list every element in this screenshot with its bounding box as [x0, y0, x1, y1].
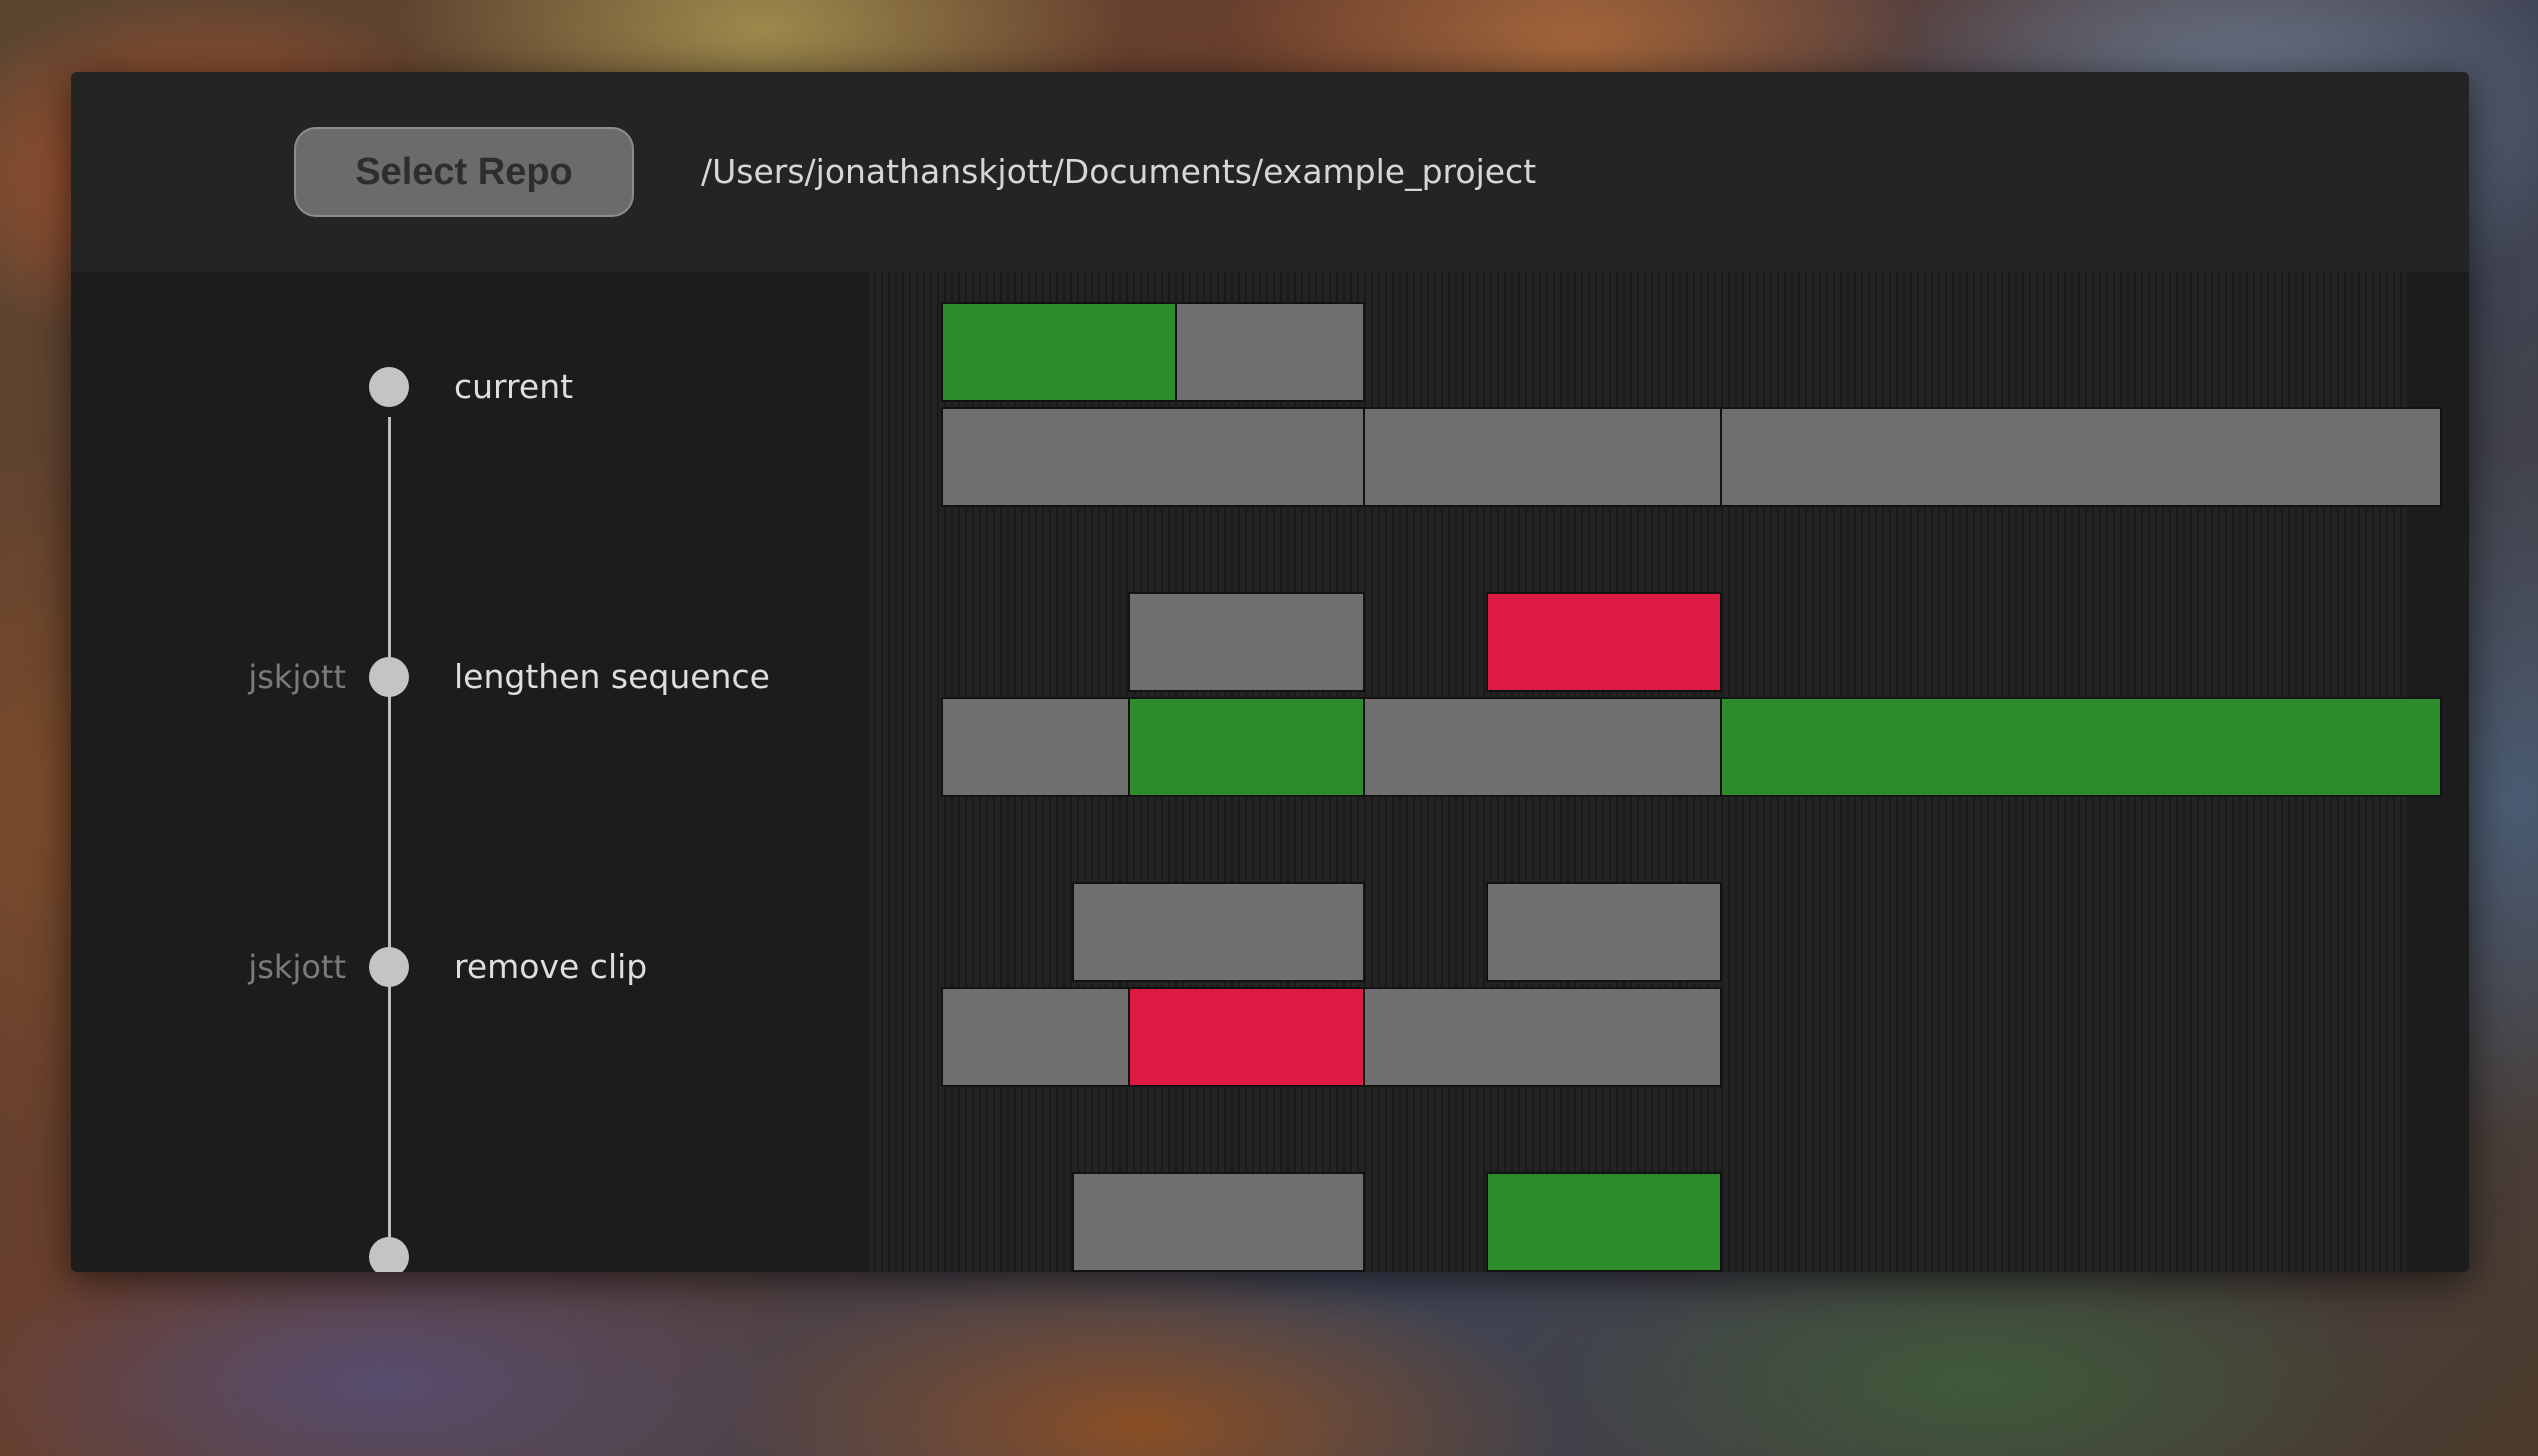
repo-path-label: /Users/jonathanskjott/Documents/example_…: [701, 152, 1537, 191]
audio-clip-added[interactable]: [1128, 697, 1365, 797]
app-window: Select Repo /Users/jonathanskjott/Docume…: [71, 72, 2469, 1272]
timeline-tracks: [869, 272, 2442, 1272]
commit-row-older[interactable]: [71, 1227, 891, 1272]
commit-row-remove-clip[interactable]: jskjott remove clip: [71, 937, 891, 997]
video-clip[interactable]: [1072, 882, 1365, 982]
commit-author: jskjott: [248, 948, 346, 986]
commit-message: current: [454, 367, 574, 406]
select-repo-button[interactable]: Select Repo: [294, 127, 634, 217]
commit-row-current[interactable]: current: [71, 357, 891, 417]
video-clip[interactable]: [1486, 882, 1722, 982]
audio-clip[interactable]: [941, 697, 1130, 797]
video-clip-added[interactable]: [941, 302, 1177, 402]
commit-message: remove clip: [454, 947, 648, 986]
commit-author: [171, 1227, 346, 1272]
audio-clip-removed[interactable]: [1128, 987, 1365, 1087]
video-clip-added[interactable]: [1486, 1172, 1722, 1272]
audio-clip[interactable]: [941, 407, 1365, 507]
header-bar: Select Repo /Users/jonathanskjott/Docume…: [71, 72, 2469, 272]
audio-clip[interactable]: [1363, 987, 1722, 1087]
commit-history[interactable]: current jskjott lengthen sequence jskjot…: [71, 272, 2469, 1272]
video-clip[interactable]: [1175, 302, 1365, 402]
audio-clip[interactable]: [1363, 407, 1722, 507]
commit-dot-icon[interactable]: [369, 367, 409, 407]
commit-author: jskjott: [248, 658, 346, 696]
commit-dot-icon[interactable]: [369, 657, 409, 697]
video-clip-removed[interactable]: [1486, 592, 1722, 692]
audio-clip[interactable]: [941, 987, 1130, 1087]
audio-clip-added[interactable]: [1720, 697, 2442, 797]
commit-message: lengthen sequence: [454, 657, 770, 696]
timeline-line: [388, 417, 391, 1272]
commit-dot-icon[interactable]: [369, 1237, 409, 1272]
commit-author: [171, 357, 346, 417]
audio-clip[interactable]: [1720, 407, 2442, 507]
video-clip[interactable]: [1128, 592, 1365, 692]
video-clip[interactable]: [1072, 1172, 1365, 1272]
commit-row-lengthen-sequence[interactable]: jskjott lengthen sequence: [71, 647, 891, 707]
commit-dot-icon[interactable]: [369, 947, 409, 987]
audio-clip[interactable]: [1363, 697, 1722, 797]
